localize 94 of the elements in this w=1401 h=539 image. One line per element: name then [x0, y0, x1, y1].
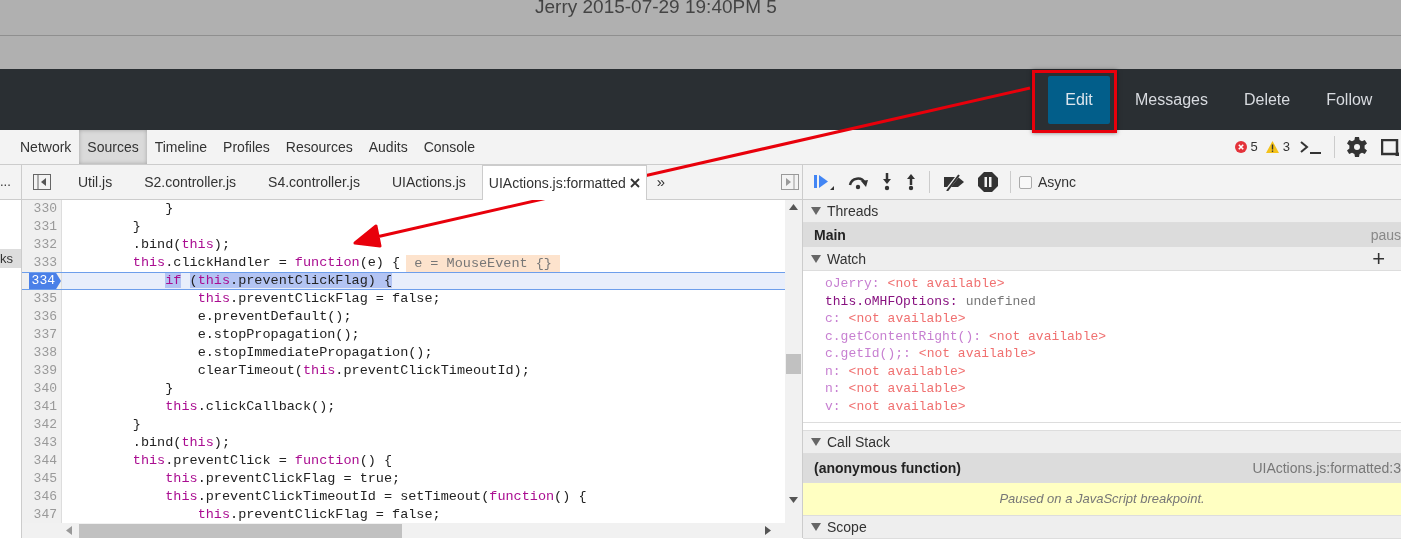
- nav-link[interactable]: Messages: [1134, 75, 1209, 124]
- paused-message: Paused on a JavaScript breakpoint.: [999, 490, 1205, 509]
- section-title[interactable]: Scope: [827, 516, 867, 538]
- code-line: }: [131, 415, 141, 434]
- scrollbar-thumb[interactable]: [79, 523, 402, 538]
- code-line: this.preventClickTimeoutId = setTimeout(function() {: [164, 487, 587, 506]
- line-number: 343: [33, 434, 58, 453]
- scroll-down-icon[interactable]: [789, 497, 798, 503]
- expand-arrow-icon[interactable]: [811, 523, 821, 531]
- code-line: }: [131, 217, 141, 236]
- line-number: 333: [33, 254, 58, 273]
- code-line: clearTimeout(this.preventClickTimeoutId);: [196, 361, 530, 380]
- watch-expression[interactable]: this.oMHFOptions: undefined: [825, 292, 1401, 310]
- code-line: e.preventDefault();: [196, 307, 352, 326]
- nav-link[interactable]: Follow: [1325, 75, 1374, 124]
- file-tab[interactable]: S2.controller.js: [128, 165, 253, 199]
- deactivate-breakpoints-icon[interactable]: [942, 173, 966, 191]
- line-number: 345: [33, 470, 58, 489]
- section-title[interactable]: Threads: [827, 200, 879, 222]
- line-number: 334: [28, 273, 61, 289]
- line-number: 340: [33, 380, 58, 399]
- line-number: 331: [33, 218, 58, 237]
- line-number: 332: [33, 236, 58, 255]
- error-icon: [1234, 141, 1247, 153]
- line-number: 341: [33, 398, 58, 417]
- dock-icon[interactable]: [1381, 138, 1399, 156]
- panel-tab[interactable]: Sources: [79, 130, 147, 164]
- panel-tab[interactable]: Network: [12, 130, 80, 164]
- file-tab[interactable]: UIActions.js:formatted: [481, 165, 647, 200]
- line-number: 339: [33, 362, 58, 381]
- line-number: 346: [33, 488, 58, 507]
- scroll-up-icon[interactable]: [789, 204, 798, 210]
- expand-arrow-icon[interactable]: [811, 255, 821, 263]
- resume-icon[interactable]: [813, 173, 835, 191]
- panel-tab[interactable]: Timeline: [146, 130, 216, 164]
- inline-value: e = MouseEvent {}: [406, 254, 560, 272]
- code-line: .bind(this);: [131, 235, 231, 254]
- nav-link[interactable]: Delete: [1242, 75, 1292, 124]
- line-number: 347: [33, 506, 58, 525]
- line-number: 342: [33, 416, 58, 435]
- line-number: 335: [33, 290, 58, 309]
- step-over-icon[interactable]: [847, 174, 869, 190]
- scroll-right-icon[interactable]: [765, 526, 771, 535]
- line-number: 338: [33, 344, 58, 363]
- close-icon[interactable]: [629, 178, 640, 188]
- step-out-icon[interactable]: [905, 173, 917, 191]
- code-line: this.preventClickFlag = false;: [196, 289, 441, 308]
- panel-tab[interactable]: Console: [415, 130, 483, 164]
- file-tab[interactable]: Util.js: [62, 165, 129, 199]
- sidebar-toggle-icon[interactable]: [33, 174, 51, 190]
- code-line: if (this.preventClickFlag) {: [164, 271, 393, 290]
- scrollbar-thumb[interactable]: [786, 354, 801, 374]
- add-button[interactable]: +: [1372, 249, 1385, 269]
- more-tabs-button[interactable]: »: [646, 165, 676, 199]
- section-title[interactable]: Call Stack: [827, 431, 891, 453]
- panel-tab[interactable]: Resources: [277, 130, 361, 164]
- call-frame[interactable]: (anonymous function) UIActions.js:formatted:3: [803, 454, 1401, 482]
- code-line: e.stopPropagation();: [196, 325, 360, 344]
- thread-name: Main: [814, 225, 846, 245]
- expand-arrow-icon[interactable]: [811, 438, 821, 446]
- code-line: this.preventClickFlag = true;: [164, 469, 401, 488]
- code-line: e.stopImmediatePropagation();: [196, 343, 433, 362]
- error-count[interactable]: 5: [1250, 137, 1258, 157]
- expand-arrow-icon[interactable]: [811, 207, 821, 215]
- line-number: 344: [33, 452, 58, 471]
- line-number: 330: [33, 200, 58, 219]
- pause-on-exceptions-icon[interactable]: [978, 172, 998, 192]
- console-icon[interactable]: [1300, 140, 1322, 154]
- line-number: 336: [33, 308, 58, 327]
- file-tab[interactable]: S4.controller.js: [252, 165, 376, 199]
- file-tab[interactable]: UIActions.js: [375, 165, 482, 199]
- panel-tab[interactable]: Profiles: [215, 130, 278, 164]
- warning-count[interactable]: 3: [1282, 137, 1290, 157]
- code-line: this.clickHandler = function(e) {: [131, 253, 401, 272]
- code-line: }: [164, 379, 174, 398]
- async-label: Async: [1038, 172, 1077, 192]
- sidebar-toggle-icon[interactable]: [781, 174, 799, 190]
- code-line: this.preventClick = function() {: [131, 451, 393, 470]
- page-title: Jerry 2015-07-29 19:40PM 5: [535, 0, 777, 19]
- section-title[interactable]: Watch: [827, 248, 867, 270]
- code-line: }: [164, 199, 174, 218]
- code-line: this.clickCallback();: [164, 397, 336, 416]
- line-number: 337: [33, 326, 58, 345]
- edit-button[interactable]: Edit: [1048, 75, 1110, 124]
- code-line: .bind(this);: [131, 433, 231, 452]
- thread-status: paus: [1370, 225, 1401, 245]
- warning-icon: [1265, 141, 1279, 153]
- navigator-label: ...: [0, 173, 11, 192]
- async-checkbox[interactable]: [1019, 175, 1032, 189]
- navigator-item[interactable]: ks: [0, 249, 21, 268]
- settings-icon[interactable]: [1347, 137, 1367, 157]
- step-into-icon[interactable]: [881, 173, 893, 191]
- panel-tab[interactable]: Audits: [360, 130, 416, 164]
- code-line: this.preventClickFlag = false;: [196, 505, 441, 524]
